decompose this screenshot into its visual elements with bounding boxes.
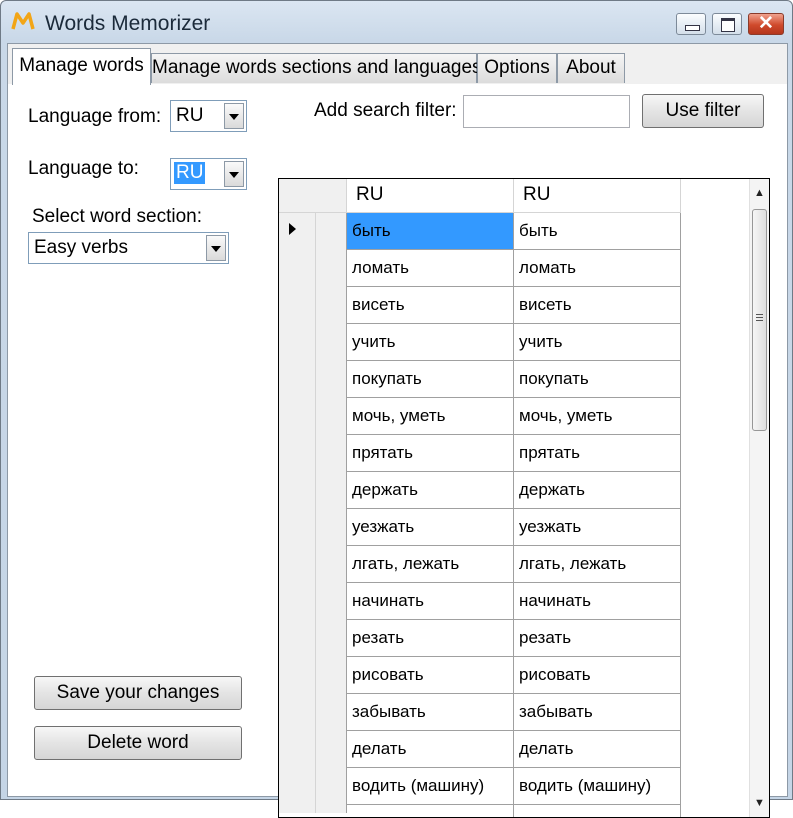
scroll-up-icon[interactable]: ▲ — [750, 183, 769, 203]
table-row[interactable]: висеть висеть — [279, 287, 749, 324]
word-to-cell[interactable]: учить — [514, 324, 681, 361]
word-to-cell[interactable]: прятать — [514, 435, 681, 472]
maximize-button[interactable] — [712, 13, 742, 35]
language-to-label: Language to: — [28, 158, 139, 179]
word-to-cell[interactable]: резать — [514, 620, 681, 657]
word-from-cell[interactable]: покупать — [347, 361, 514, 398]
delete-word-button[interactable]: Delete word — [34, 726, 242, 760]
word-from-cell[interactable]: начинать — [347, 583, 514, 620]
save-changes-button[interactable]: Save your changes — [34, 676, 242, 710]
tab-manage-sections-languages[interactable]: Manage words sections and languages — [151, 53, 482, 83]
table-row[interactable]: покупать покупать — [279, 361, 749, 398]
table-row[interactable]: держать держать — [279, 472, 749, 509]
words-grid[interactable]: RU RU быть быть ломать ломать висеть висеть уч… — [278, 178, 770, 818]
chevron-down-icon — [229, 172, 239, 178]
word-to-cell[interactable]: держать — [514, 472, 681, 509]
word-from-cell[interactable]: висеть — [347, 287, 514, 324]
grid-header: RU RU — [279, 179, 749, 213]
word-to-cell[interactable]: мочь, уметь — [514, 398, 681, 435]
word-from-cell[interactable]: делать — [347, 731, 514, 768]
table-row[interactable]: делать делать — [279, 731, 749, 768]
language-to-dropdown-button[interactable] — [224, 161, 244, 187]
word-to-cell[interactable]: начинать — [514, 583, 681, 620]
language-to-select[interactable]: RU — [170, 158, 247, 190]
word-from-cell[interactable]: мочь, уметь — [347, 398, 514, 435]
column-header-from[interactable]: RU — [347, 179, 514, 213]
search-filter-label: Add search filter: — [314, 100, 457, 121]
language-from-value: RU — [176, 105, 204, 126]
table-row[interactable] — [279, 805, 749, 817]
word-section-value: Easy verbs — [34, 237, 128, 258]
section-label: Select word section: — [32, 206, 203, 227]
word-to-cell[interactable]: покупать — [514, 361, 681, 398]
word-to-cell[interactable]: делать — [514, 731, 681, 768]
language-to-value: RU — [174, 162, 206, 184]
word-to-cell[interactable] — [514, 805, 681, 817]
grid-corner[interactable] — [279, 179, 347, 213]
word-to-cell[interactable]: забывать — [514, 694, 681, 731]
language-from-dropdown-button[interactable] — [224, 103, 244, 129]
window-title: Words Memorizer — [45, 12, 211, 35]
table-row[interactable]: водить (машину) водить (машину) — [279, 768, 749, 805]
word-to-cell[interactable]: уезжать — [514, 509, 681, 546]
title-bar[interactable]: Words Memorizer ✕ — [1, 1, 792, 43]
close-button[interactable]: ✕ — [748, 13, 784, 35]
language-from-label: Language from: — [28, 106, 162, 127]
chevron-down-icon — [229, 114, 239, 120]
minimize-button[interactable] — [676, 13, 706, 35]
word-section-dropdown-button[interactable] — [206, 235, 226, 261]
word-from-cell[interactable]: лгать, лежать — [347, 546, 514, 583]
use-filter-button[interactable]: Use filter — [642, 94, 764, 128]
app-window: Words Memorizer ✕ Manage words Manage wo… — [0, 0, 793, 818]
word-to-cell[interactable]: ломать — [514, 250, 681, 287]
word-from-cell[interactable]: уезжать — [347, 509, 514, 546]
tab-options[interactable]: Options — [477, 53, 557, 83]
app-logo-icon — [11, 12, 35, 30]
word-from-cell[interactable]: прятать — [347, 435, 514, 472]
chevron-down-icon — [211, 246, 221, 252]
tab-about[interactable]: About — [557, 53, 625, 83]
table-row[interactable]: лгать, лежать лгать, лежать — [279, 546, 749, 583]
table-row[interactable]: рисовать рисовать — [279, 657, 749, 694]
word-from-cell[interactable]: резать — [347, 620, 514, 657]
table-row[interactable]: забывать забывать — [279, 694, 749, 731]
word-to-cell[interactable]: водить (машину) — [514, 768, 681, 805]
table-row[interactable]: резать резать — [279, 620, 749, 657]
language-from-select[interactable]: RU — [170, 100, 247, 132]
word-from-cell[interactable] — [347, 805, 514, 817]
minimize-icon — [685, 25, 700, 31]
vertical-scrollbar[interactable]: ▲ ▼ — [749, 179, 769, 817]
manage-words-panel: Language from: RU Language to: RU Select… — [8, 84, 787, 818]
table-row[interactable]: начинать начинать — [279, 583, 749, 620]
table-row[interactable]: быть быть — [279, 213, 749, 250]
client-area: Manage words Manage words sections and l… — [7, 43, 788, 818]
word-to-cell[interactable]: рисовать — [514, 657, 681, 694]
word-from-cell[interactable]: забывать — [347, 694, 514, 731]
maximize-icon — [721, 18, 735, 32]
word-from-cell[interactable]: держать — [347, 472, 514, 509]
word-to-cell[interactable]: лгать, лежать — [514, 546, 681, 583]
scrollbar-thumb[interactable] — [752, 209, 767, 431]
table-row[interactable]: мочь, уметь мочь, уметь — [279, 398, 749, 435]
word-from-cell[interactable]: водить (машину) — [347, 768, 514, 805]
close-icon: ✕ — [758, 13, 774, 34]
word-to-cell[interactable]: быть — [514, 213, 681, 250]
table-row[interactable]: учить учить — [279, 324, 749, 361]
scroll-down-icon[interactable]: ▼ — [750, 793, 769, 813]
word-from-cell[interactable]: рисовать — [347, 657, 514, 694]
table-row[interactable]: уезжать уезжать — [279, 509, 749, 546]
word-section-select[interactable]: Easy verbs — [28, 232, 229, 264]
current-row-indicator-icon — [289, 223, 296, 235]
table-row[interactable]: ломать ломать — [279, 250, 749, 287]
tab-manage-words[interactable]: Manage words — [12, 48, 151, 85]
tab-strip: Manage words Manage words sections and l… — [8, 44, 787, 85]
search-filter-input[interactable] — [463, 95, 630, 128]
word-from-cell[interactable]: ломать — [347, 250, 514, 287]
table-row[interactable]: прятать прятать — [279, 435, 749, 472]
word-to-cell[interactable]: висеть — [514, 287, 681, 324]
word-from-cell[interactable]: учить — [347, 324, 514, 361]
word-from-cell[interactable]: быть — [347, 213, 514, 250]
column-header-to[interactable]: RU — [514, 179, 681, 213]
